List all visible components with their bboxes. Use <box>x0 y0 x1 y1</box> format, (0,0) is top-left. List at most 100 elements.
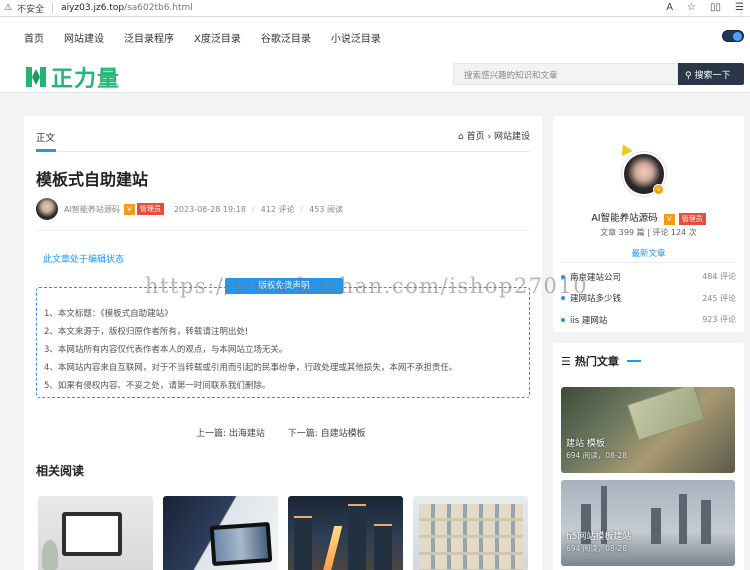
notice-item: 2、本文来源于，版权归原作者所有，转载请注明出处! <box>44 327 249 337</box>
top-navigation: 首页 网站建设 泛目录程序 X度泛目录 谷歌泛目录 小说泛目录 <box>0 17 750 57</box>
hot-article-title: h5网站模板建站 <box>566 532 632 542</box>
search-icon: ⚲ <box>685 71 692 81</box>
newest-count: 484 评论 <box>702 272 736 282</box>
notice-item: 3、本网站所有内容仅代表作者本人的观点，与本网站立场无关。 <box>44 345 288 355</box>
nav-item-website-building[interactable]: 网站建设 <box>64 30 104 45</box>
article-tabbar: 正文 ⌂ 首页 › 网站建设 <box>36 116 530 152</box>
hot-article-card[interactable]: h5网站模板建站 694 阅读，08-28 <box>561 480 735 566</box>
author-stats: 文章 399 篇 | 评论 124 次 <box>600 228 697 237</box>
article-comments: 412 评论 <box>260 204 295 214</box>
notice-item: 1、本文标题：《模板式自助建站》 <box>44 309 173 319</box>
article-meta: AI智能养站源码 V 管理员 2023-08-28 19:18 / 412 评论… <box>36 198 343 220</box>
address-separator <box>52 3 54 13</box>
hot-article-meta: 694 阅读，08-28 <box>566 451 627 460</box>
article-pager: 上一篇: 出海建站 下一篇: 自建站模板 <box>196 426 386 439</box>
notice-list: 1、本文标题：《模板式自助建站》 2、本文来源于，版权归原作者所有，转载请注明出… <box>44 305 457 395</box>
nav-item-novel-catalog[interactable]: 小说泛目录 <box>331 30 381 45</box>
vip-badge: V <box>663 214 675 225</box>
nav-item-x-catalog[interactable]: X度泛目录 <box>194 30 241 45</box>
edit-status-link[interactable]: 此文章处于编辑状态 <box>43 252 124 265</box>
favorite-star-icon[interactable]: ☆ <box>687 2 696 13</box>
newest-count: 923 评论 <box>702 315 736 325</box>
article-title: 模板式自助建站 <box>36 170 149 189</box>
watermark: https://www.huzhan.com/ishop27010 <box>145 274 589 298</box>
search-button-label: 搜索一下 <box>694 71 731 81</box>
tablet-shape <box>209 521 273 567</box>
hot-article-card[interactable]: 建站 模板 694 阅读，08-28 <box>561 387 735 473</box>
menu-icon: ☰ <box>561 354 571 368</box>
banknote-shape <box>626 387 706 441</box>
related-thumb-facade[interactable] <box>413 496 528 570</box>
role-badge: 管理员 <box>136 203 164 215</box>
hot-heading-text: 热门文章 <box>574 355 619 368</box>
building-shape <box>294 516 312 570</box>
tab-body[interactable]: 正文 <box>36 130 55 144</box>
street-light-shape <box>321 526 343 570</box>
newest-count: 245 评论 <box>702 293 736 303</box>
related-thumb-city-night[interactable] <box>288 496 403 570</box>
search-input[interactable]: 搜索感兴趣的知识和文章 <box>453 63 678 85</box>
related-thumb-monitor[interactable] <box>38 496 153 570</box>
home-icon: ⌂ <box>458 132 464 142</box>
site-header: 正力量 搜索感兴趣的知识和文章 ⚲ 搜索一下 <box>0 57 750 93</box>
facade-shape <box>419 504 523 570</box>
copyright-notice: 版权免责声明 1、本文标题：《模板式自助建站》 2、本文来源于，版权归原作者所有… <box>36 278 530 398</box>
breadcrumb-separator: › <box>487 132 492 142</box>
url-host[interactable]: aiyz03.jz6.top <box>61 3 124 13</box>
vip-dot-icon: V <box>653 184 664 195</box>
nav-item-google-catalog[interactable]: 谷歌泛目录 <box>261 30 311 45</box>
heading-accent-bar <box>626 360 641 362</box>
url-path[interactable]: /sa602tb6.html <box>124 3 193 13</box>
meta-divider-line <box>36 230 530 231</box>
monitor-shape <box>62 512 122 556</box>
dark-mode-toggle[interactable] <box>722 30 744 42</box>
hot-articles-heading: ☰ 热门文章 <box>561 353 641 369</box>
nav-item-catalog-program[interactable]: 泛目录程序 <box>124 30 174 45</box>
notice-item: 5、如果有侵权内容、不妥之处，请第一时间联系我们删除。 <box>44 381 271 391</box>
author-avatar[interactable] <box>36 198 58 220</box>
logo-mark-icon <box>26 67 46 87</box>
tower-shape <box>651 508 661 544</box>
favorites-list-icon[interactable]: ☰ <box>735 2 744 13</box>
browser-address-bar[interactable]: ⚠ 不安全 aiyz03.jz6.top /sa602tb6.html A ☆ … <box>0 0 750 17</box>
hot-article-meta: 694 阅读，08-28 <box>566 544 627 553</box>
site-logo[interactable]: 正力量 <box>24 61 120 93</box>
bullet-icon <box>561 317 565 322</box>
newest-divider <box>561 262 736 263</box>
sidebar-author-name[interactable]: AI智能养站源码 <box>591 213 657 224</box>
browser-toolbar-icons: A ☆ ▯▯ ☰ <box>666 2 744 13</box>
breadcrumb-home[interactable]: 首页 <box>467 132 485 142</box>
newest-title: iis 建网站 <box>570 315 608 326</box>
tower-shape <box>701 500 711 544</box>
newest-articles-heading: 最新文章 <box>631 249 666 259</box>
prev-article-link[interactable]: 上一篇: 出海建站 <box>196 429 265 439</box>
list-item[interactable]: iis 建网站 923 评论 <box>561 309 736 331</box>
split-screen-icon[interactable]: ▯▯ <box>710 2 721 13</box>
article-card: 正文 ⌂ 首页 › 网站建设 模板式自助建站 AI智能养站源码 V 管理员 20… <box>24 116 542 570</box>
breadcrumb-category[interactable]: 网站建设 <box>494 132 530 142</box>
related-thumb-tablet[interactable] <box>163 496 278 570</box>
meta-divider: / <box>300 204 304 214</box>
sidebar-author: AI智能养站源码 V 管理员 <box>553 210 744 225</box>
search-button[interactable]: ⚲ 搜索一下 <box>678 63 744 85</box>
hot-articles-card: ☰ 热门文章 建站 模板 694 阅读，08-28 h5网站模板建站 694 阅… <box>553 343 744 570</box>
related-thumbnails <box>38 496 528 570</box>
role-badge: 管理员 <box>678 213 706 225</box>
author-name[interactable]: AI智能养站源码 <box>64 204 120 215</box>
tab-underline <box>36 149 56 152</box>
tower-shape <box>679 494 687 544</box>
vip-badge: V <box>123 203 135 215</box>
meta-divider: / <box>251 204 255 214</box>
article-views: 453 阅读 <box>309 204 343 214</box>
hot-article-title: 建站 模板 <box>566 439 605 449</box>
logo-text: 正力量 <box>51 67 121 92</box>
crown-icon <box>617 141 633 157</box>
toggle-knob <box>733 32 742 41</box>
notice-item: 4、本网站内容来自互联网，对于不当转载或引用而引起的民事纷争，行政处理或其他损失… <box>44 363 458 373</box>
author-card: V AI智能养站源码 V 管理员 文章 399 篇 | 评论 124 次 最新文… <box>553 116 744 332</box>
read-aloud-icon[interactable]: A <box>666 2 673 13</box>
nav-item-home[interactable]: 首页 <box>24 30 44 45</box>
next-article-link[interactable]: 下一篇: 自建站模板 <box>288 429 366 439</box>
related-heading: 相关阅读 <box>36 464 85 478</box>
warning-icon: ⚠ <box>4 3 13 13</box>
